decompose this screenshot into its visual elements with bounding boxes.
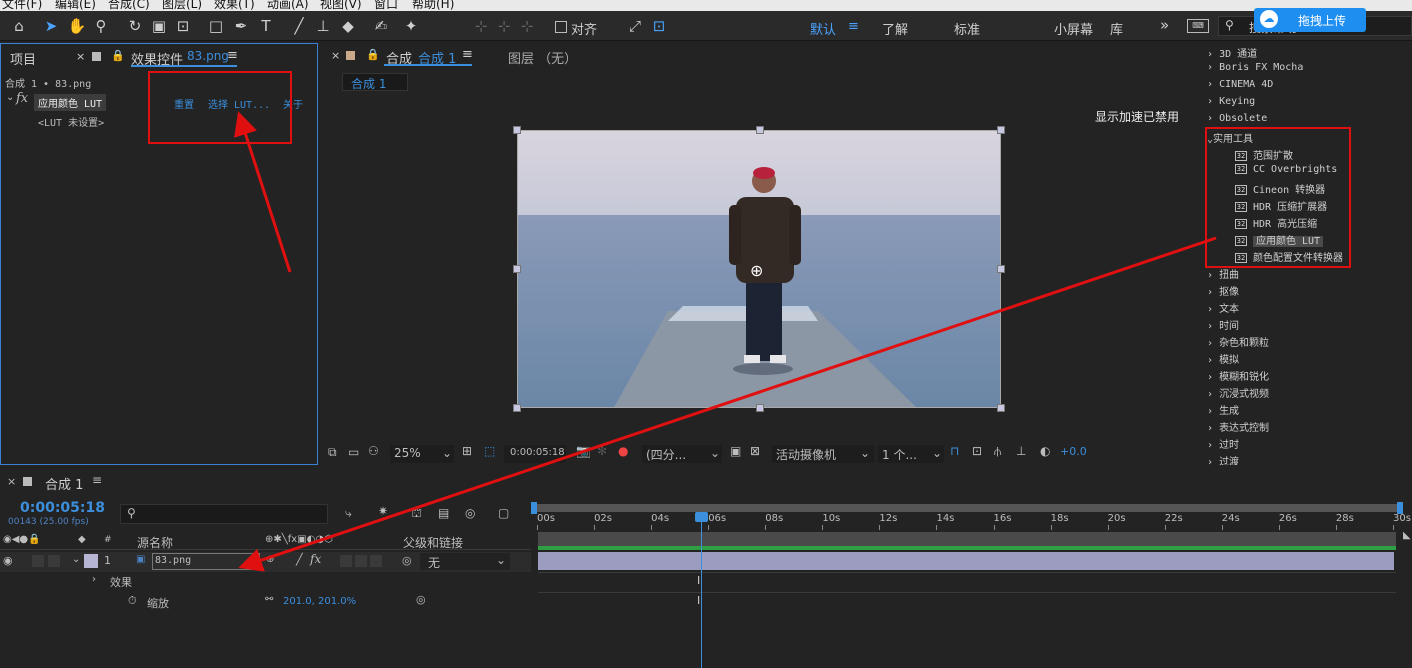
arrow-to-layer — [238, 236, 1217, 572]
annotation-arrows — [234, 111, 1217, 572]
arrow-to-select-lut — [234, 111, 292, 273]
